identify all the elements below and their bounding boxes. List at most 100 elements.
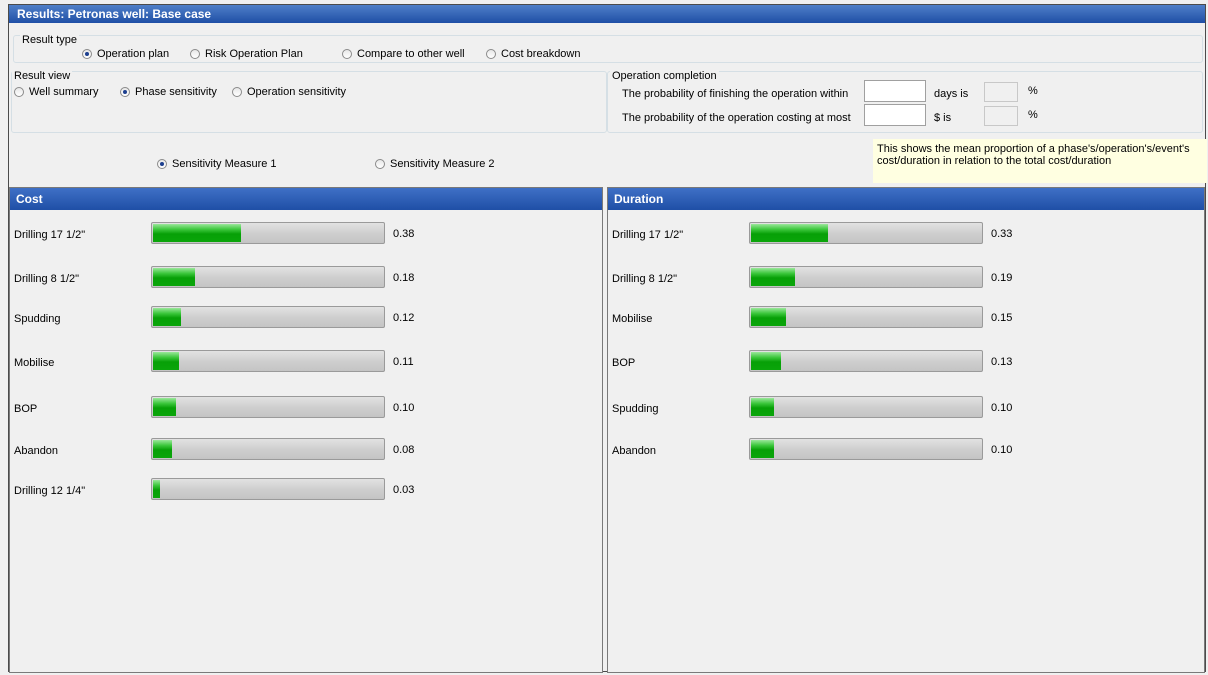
- radio-dot: [375, 159, 385, 169]
- phase-name: BOP: [612, 357, 636, 369]
- proportion-bar-fill: [153, 398, 176, 416]
- proportion-bar: [151, 222, 385, 244]
- window-title: Results: Petronas well: Base case: [9, 5, 1205, 23]
- proportion-value: 0.10: [991, 402, 1013, 414]
- proportion-value: 0.10: [991, 444, 1013, 456]
- proportion-bar: [151, 350, 385, 372]
- sensitivity-row: Spudding 0.10: [608, 396, 1204, 422]
- proportion-bar: [151, 266, 385, 288]
- phase-name: Drilling 8 1/2": [14, 273, 80, 285]
- proportion-bar-fill: [751, 268, 795, 286]
- days-input[interactable]: [864, 80, 926, 102]
- radio-dot: [190, 49, 200, 59]
- proportion-bar: [749, 396, 983, 418]
- sensitivity-row: Mobilise 0.11: [10, 350, 602, 376]
- radio-operation-sensitivity[interactable]: Operation sensitivity: [232, 86, 346, 98]
- radio-phase-sensitivity[interactable]: Phase sensitivity: [120, 86, 217, 98]
- proportion-value: 0.38: [393, 228, 415, 240]
- phase-name: Abandon: [14, 445, 59, 457]
- operation-completion-group: Operation completion The probability of …: [607, 70, 1203, 133]
- proportion-bar-fill: [751, 440, 774, 458]
- radio-sensitivity-measure-2[interactable]: Sensitivity Measure 2: [375, 158, 495, 170]
- proportion-bar: [151, 396, 385, 418]
- radio-risk-operation-plan[interactable]: Risk Operation Plan: [190, 48, 303, 60]
- proportion-value: 0.18: [393, 272, 415, 284]
- radio-sensitivity-measure-1[interactable]: Sensitivity Measure 1: [157, 158, 277, 170]
- results-window: Results: Petronas well: Base case Result…: [8, 4, 1207, 673]
- cost-panel: Cost Drilling 17 1/2" 0.38 Drilling 8 1/2"…: [9, 187, 603, 673]
- phase-name: Mobilise: [612, 313, 653, 325]
- proportion-value: 0.13: [991, 356, 1013, 368]
- proportion-bar-fill: [751, 352, 781, 370]
- radio-dot: [82, 49, 92, 59]
- sensitivity-row: Drilling 8 1/2" 0.19: [608, 266, 1204, 292]
- proportion-bar-fill: [153, 352, 179, 370]
- proportion-bar-fill: [153, 308, 181, 326]
- radio-dot: [486, 49, 496, 59]
- finish-probability-text: The probability of finishing the operati…: [622, 88, 849, 100]
- operation-completion-label: Operation completion: [610, 70, 719, 82]
- sensitivity-row: BOP 0.13: [608, 350, 1204, 376]
- proportion-value: 0.33: [991, 228, 1013, 240]
- phase-name: Drilling 12 1/4": [14, 485, 86, 497]
- proportion-value: 0.11: [393, 356, 414, 368]
- duration-panel-header: Duration: [608, 188, 1204, 210]
- sensitivity-tooltip: This shows the mean proportion of a phas…: [873, 139, 1207, 183]
- radio-cost-breakdown[interactable]: Cost breakdown: [486, 48, 581, 60]
- proportion-bar: [749, 266, 983, 288]
- proportion-bar: [749, 438, 983, 460]
- cost-panel-header: Cost: [10, 188, 602, 210]
- sensitivity-row: Abandon 0.10: [608, 438, 1204, 464]
- days-probability-output: [984, 82, 1018, 102]
- proportion-bar-fill: [153, 440, 172, 458]
- proportion-bar-fill: [153, 224, 241, 242]
- cost-probability-output: [984, 106, 1018, 126]
- proportion-bar: [749, 350, 983, 372]
- radio-dot: [14, 87, 24, 97]
- radio-operation-plan[interactable]: Operation plan: [82, 48, 169, 60]
- sensitivity-row: Mobilise 0.15: [608, 306, 1204, 332]
- phase-name: Spudding: [612, 403, 659, 415]
- proportion-bar: [151, 478, 385, 500]
- phase-name: Drilling 17 1/2": [14, 229, 86, 241]
- sensitivity-row: Drilling 17 1/2" 0.38: [10, 222, 602, 248]
- proportion-value: 0.19: [991, 272, 1013, 284]
- phase-name: Drilling 8 1/2": [612, 273, 678, 285]
- proportion-bar-fill: [751, 398, 774, 416]
- proportion-bar: [749, 222, 983, 244]
- sensitivity-row: BOP 0.10: [10, 396, 602, 422]
- phase-name: Spudding: [14, 313, 61, 325]
- result-type-group: Result type Operation plan Risk Operatio…: [13, 34, 1203, 63]
- cost-unit-label: $ is: [934, 112, 952, 124]
- phase-name: BOP: [14, 403, 38, 415]
- proportion-bar-fill: [153, 268, 195, 286]
- proportion-bar: [749, 306, 983, 328]
- proportion-bar: [151, 438, 385, 460]
- radio-dot: [342, 49, 352, 59]
- radio-compare-other-well[interactable]: Compare to other well: [342, 48, 465, 60]
- phase-name: Mobilise: [14, 357, 55, 369]
- percent-label-1: %: [1028, 85, 1038, 97]
- proportion-value: 0.15: [991, 312, 1013, 324]
- proportion-value: 0.08: [393, 444, 415, 456]
- cost-input[interactable]: [864, 104, 926, 126]
- proportion-value: 0.12: [393, 312, 415, 324]
- proportion-bar: [151, 306, 385, 328]
- sensitivity-row: Drilling 8 1/2" 0.18: [10, 266, 602, 292]
- radio-dot: [157, 159, 167, 169]
- phase-name: Drilling 17 1/2": [612, 229, 684, 241]
- percent-label-2: %: [1028, 109, 1038, 121]
- proportion-bar-fill: [751, 224, 828, 242]
- result-view-label: Result view: [12, 70, 73, 82]
- sensitivity-row: Drilling 17 1/2" 0.33: [608, 222, 1204, 248]
- sensitivity-row: Abandon 0.08: [10, 438, 602, 464]
- duration-panel: Duration Drilling 17 1/2" 0.33 Drilling 8 …: [607, 187, 1205, 673]
- proportion-value: 0.10: [393, 402, 415, 414]
- result-view-group: Result view Well summary Phase sensitivi…: [11, 70, 607, 133]
- radio-well-summary[interactable]: Well summary: [14, 86, 98, 98]
- proportion-bar-fill: [153, 480, 160, 498]
- proportion-bar-fill: [751, 308, 786, 326]
- cost-probability-text: The probability of the operation costing…: [622, 112, 851, 124]
- radio-dot: [232, 87, 242, 97]
- phase-name: Abandon: [612, 445, 657, 457]
